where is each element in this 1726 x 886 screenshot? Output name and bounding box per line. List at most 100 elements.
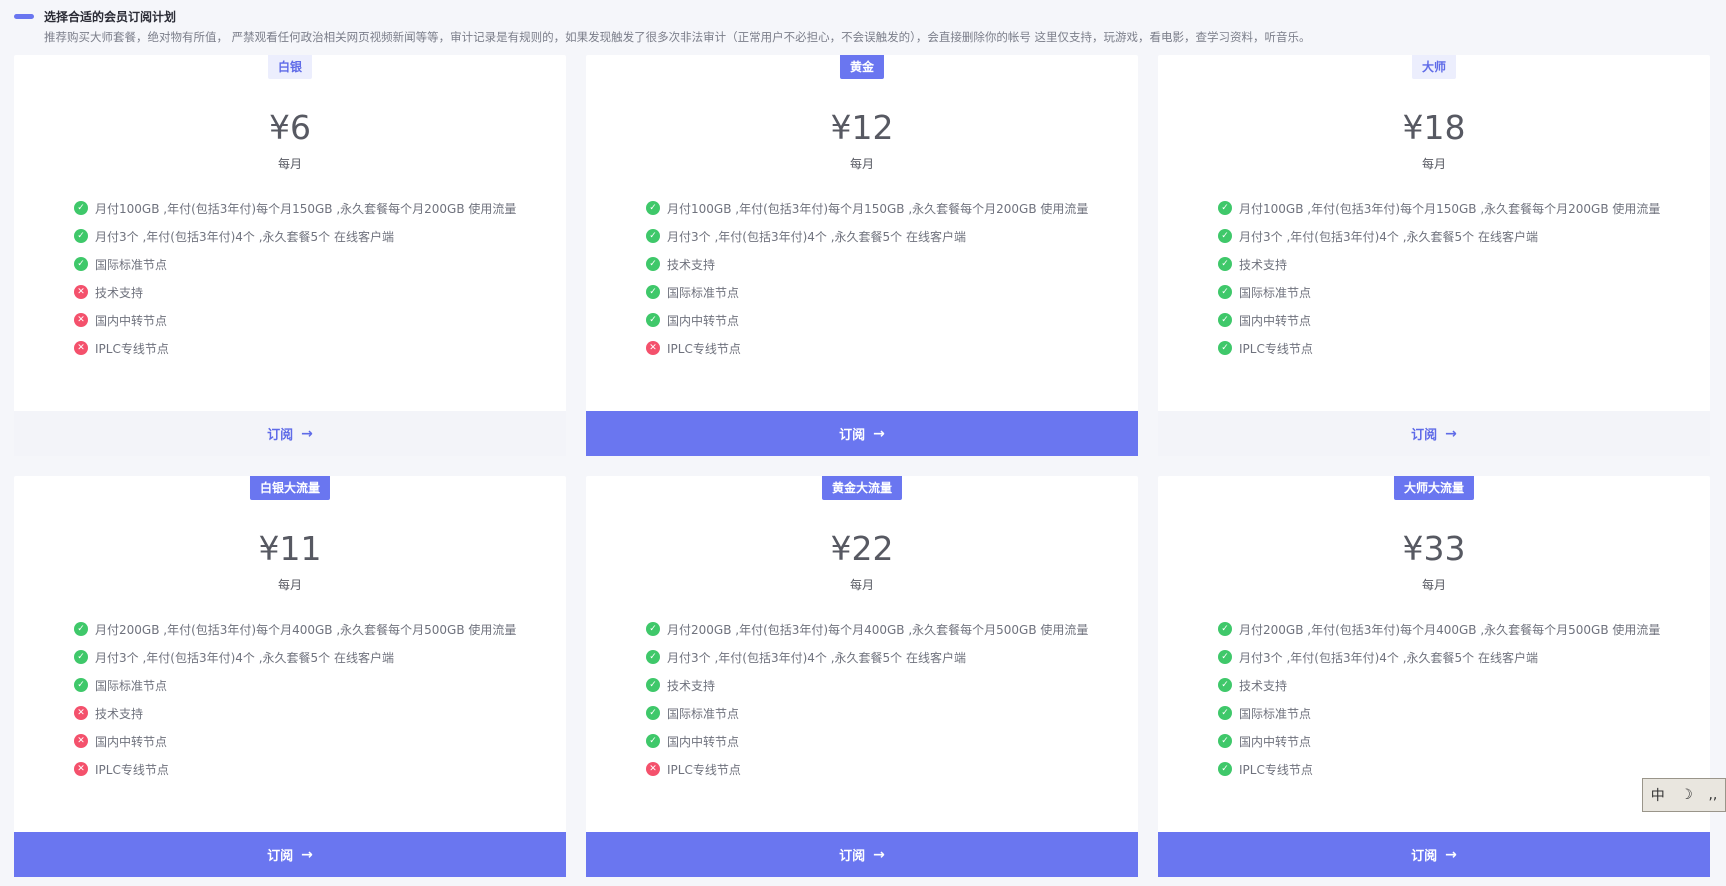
subscribe-button[interactable]: 订阅 → — [1158, 832, 1710, 877]
feature-item: ✓ 国际标准节点 — [74, 250, 516, 278]
plan-card: 白银 ¥6 每月 ✓ 月付100GB ,年付(包括3年付)每个月150GB ,永久套餐每… — [14, 55, 566, 456]
subscribe-label: 订阅 — [267, 428, 294, 443]
feature-item: ✕ IPLC专线节点 — [74, 755, 516, 783]
feature-text: 国内中转节点 — [95, 734, 168, 749]
feature-text: 国内中转节点 — [95, 313, 168, 328]
ime-lang-icon[interactable]: 中 — [1651, 785, 1665, 805]
check-icon: ✓ — [646, 650, 660, 664]
feature-text: 技术支持 — [667, 257, 716, 272]
plan-period: 每月 — [1421, 578, 1446, 592]
feature-item: ✓ 技术支持 — [646, 250, 1088, 278]
check-icon: ✓ — [1218, 762, 1232, 776]
plan-card: 白银大流量 ¥11 每月 ✓ 月付200GB ,年付(包括3年付)每个月400GB ,永… — [14, 476, 566, 877]
plan-card: 黄金大流量 ¥22 每月 ✓ 月付200GB ,年付(包括3年付)每个月400GB ,永… — [586, 476, 1138, 877]
feature-item: ✓ 技术支持 — [1218, 671, 1660, 699]
feature-item: ✓ 国内中转节点 — [646, 306, 1088, 334]
check-icon: ✓ — [1218, 650, 1232, 664]
feature-text: 技术支持 — [667, 678, 716, 693]
feature-item: ✓ 国际标准节点 — [646, 699, 1088, 727]
feature-item: ✕ 国内中转节点 — [74, 727, 516, 755]
check-icon: ✓ — [646, 706, 660, 720]
plan-name-badge: 大师大流量 — [1393, 476, 1475, 500]
plan-name-badge: 黄金大流量 — [821, 476, 903, 500]
plan-period: 每月 — [849, 157, 874, 171]
subscribe-button[interactable]: 订阅 → — [14, 411, 566, 456]
check-icon: ✓ — [646, 678, 660, 692]
plan-price: ¥6 — [269, 108, 311, 147]
feature-list: ✓ 月付100GB ,年付(包括3年付)每个月150GB ,永久套餐每个月200G… — [74, 194, 516, 362]
title-accent-bar — [14, 13, 34, 19]
feature-item: ✓ 月付200GB ,年付(包括3年付)每个月400GB ,永久套餐每个月500G… — [646, 615, 1088, 643]
check-icon: ✓ — [646, 257, 660, 271]
arrow-right-icon: → — [1445, 425, 1457, 442]
plan-name-badge: 黄金 — [839, 55, 885, 79]
feature-list: ✓ 月付200GB ,年付(包括3年付)每个月400GB ,永久套餐每个月500G… — [1218, 615, 1660, 783]
check-icon: ✓ — [1218, 229, 1232, 243]
feature-item: ✓ 技术支持 — [646, 671, 1088, 699]
check-icon: ✓ — [646, 285, 660, 299]
feature-text: 国内中转节点 — [1239, 734, 1312, 749]
subscribe-button[interactable]: 订阅 → — [1158, 411, 1710, 456]
arrow-right-icon: → — [873, 425, 885, 442]
ime-toolbar[interactable]: 中 ☽ ‚‚ — [1642, 778, 1726, 812]
arrow-right-icon: → — [301, 425, 313, 442]
feature-item: ✓ 月付3个 ,年付(包括3年付)4个 ,永久套餐5个 在线客户端 — [646, 643, 1088, 671]
feature-text: IPLC专线节点 — [667, 341, 741, 356]
cross-icon: ✕ — [646, 762, 660, 776]
subscribe-label: 订阅 — [839, 428, 866, 443]
feature-item: ✓ 国际标准节点 — [1218, 699, 1660, 727]
check-icon: ✓ — [74, 229, 88, 243]
feature-text: 国际标准节点 — [95, 257, 168, 272]
subscribe-button[interactable]: 订阅 → — [14, 832, 566, 877]
feature-item: ✓ 国内中转节点 — [646, 727, 1088, 755]
feature-text: 月付200GB ,年付(包括3年付)每个月400GB ,永久套餐每个月500GB… — [1239, 622, 1661, 637]
feature-item: ✕ IPLC专线节点 — [74, 334, 516, 362]
plan-name-badge: 白银大流量 — [249, 476, 331, 500]
feature-item: ✓ IPLC专线节点 — [1218, 334, 1660, 362]
feature-text: 月付3个 ,年付(包括3年付)4个 ,永久套餐5个 在线客户端 — [667, 229, 966, 244]
feature-item: ✓ 国际标准节点 — [74, 671, 516, 699]
plan-card: 大师 ¥18 每月 ✓ 月付100GB ,年付(包括3年付)每个月150GB ,永久套餐… — [1158, 55, 1710, 456]
feature-text: 月付100GB ,年付(包括3年付)每个月150GB ,永久套餐每个月200GB… — [1239, 201, 1661, 216]
check-icon: ✓ — [74, 257, 88, 271]
subscribe-button[interactable]: 订阅 → — [586, 411, 1138, 456]
feature-text: 月付3个 ,年付(包括3年付)4个 ,永久套餐5个 在线客户端 — [667, 650, 966, 665]
check-icon: ✓ — [646, 734, 660, 748]
punctuation-icon[interactable]: ‚‚ — [1708, 787, 1717, 803]
feature-item: ✓ 国际标准节点 — [646, 278, 1088, 306]
check-icon: ✓ — [1218, 257, 1232, 271]
plan-period: 每月 — [277, 157, 302, 171]
feature-text: 国内中转节点 — [1239, 313, 1312, 328]
subscribe-label: 订阅 — [1411, 849, 1438, 864]
feature-item: ✓ 月付100GB ,年付(包括3年付)每个月150GB ,永久套餐每个月200G… — [1218, 194, 1660, 222]
feature-text: 国际标准节点 — [667, 706, 740, 721]
feature-text: 月付100GB ,年付(包括3年付)每个月150GB ,永久套餐每个月200GB… — [95, 201, 517, 216]
feature-text: 月付3个 ,年付(包括3年付)4个 ,永久套餐5个 在线客户端 — [95, 650, 394, 665]
cross-icon: ✕ — [74, 762, 88, 776]
arrow-right-icon: → — [301, 846, 313, 863]
feature-item: ✓ 国内中转节点 — [1218, 306, 1660, 334]
feature-text: 月付3个 ,年付(包括3年付)4个 ,永久套餐5个 在线客户端 — [1239, 650, 1538, 665]
page-header: 选择合适的会员订阅计划 推荐购买大师套餐，绝对物有所值， 严禁观看任何政治相关网… — [14, 6, 1714, 45]
subscribe-button[interactable]: 订阅 → — [586, 832, 1138, 877]
plan-period: 每月 — [1421, 157, 1446, 171]
check-icon: ✓ — [74, 650, 88, 664]
feature-item: ✕ 技术支持 — [74, 278, 516, 306]
feature-text: IPLC专线节点 — [1239, 762, 1313, 777]
feature-item: ✓ IPLC专线节点 — [1218, 755, 1660, 783]
plan-price: ¥22 — [830, 529, 894, 568]
arrow-right-icon: → — [873, 846, 885, 863]
feature-text: IPLC专线节点 — [95, 341, 169, 356]
plan-name-badge: 白银 — [267, 55, 313, 79]
feature-list: ✓ 月付200GB ,年付(包括3年付)每个月400GB ,永久套餐每个月500G… — [646, 615, 1088, 783]
moon-icon[interactable]: ☽ — [1680, 787, 1693, 803]
check-icon: ✓ — [74, 622, 88, 636]
feature-item: ✓ 技术支持 — [1218, 250, 1660, 278]
check-icon: ✓ — [1218, 622, 1232, 636]
check-icon: ✓ — [74, 201, 88, 215]
feature-list: ✓ 月付100GB ,年付(包括3年付)每个月150GB ,永久套餐每个月200G… — [646, 194, 1088, 362]
feature-item: ✓ 月付3个 ,年付(包括3年付)4个 ,永久套餐5个 在线客户端 — [1218, 643, 1660, 671]
check-icon: ✓ — [646, 313, 660, 327]
feature-item: ✕ IPLC专线节点 — [646, 755, 1088, 783]
subscribe-label: 订阅 — [839, 849, 866, 864]
